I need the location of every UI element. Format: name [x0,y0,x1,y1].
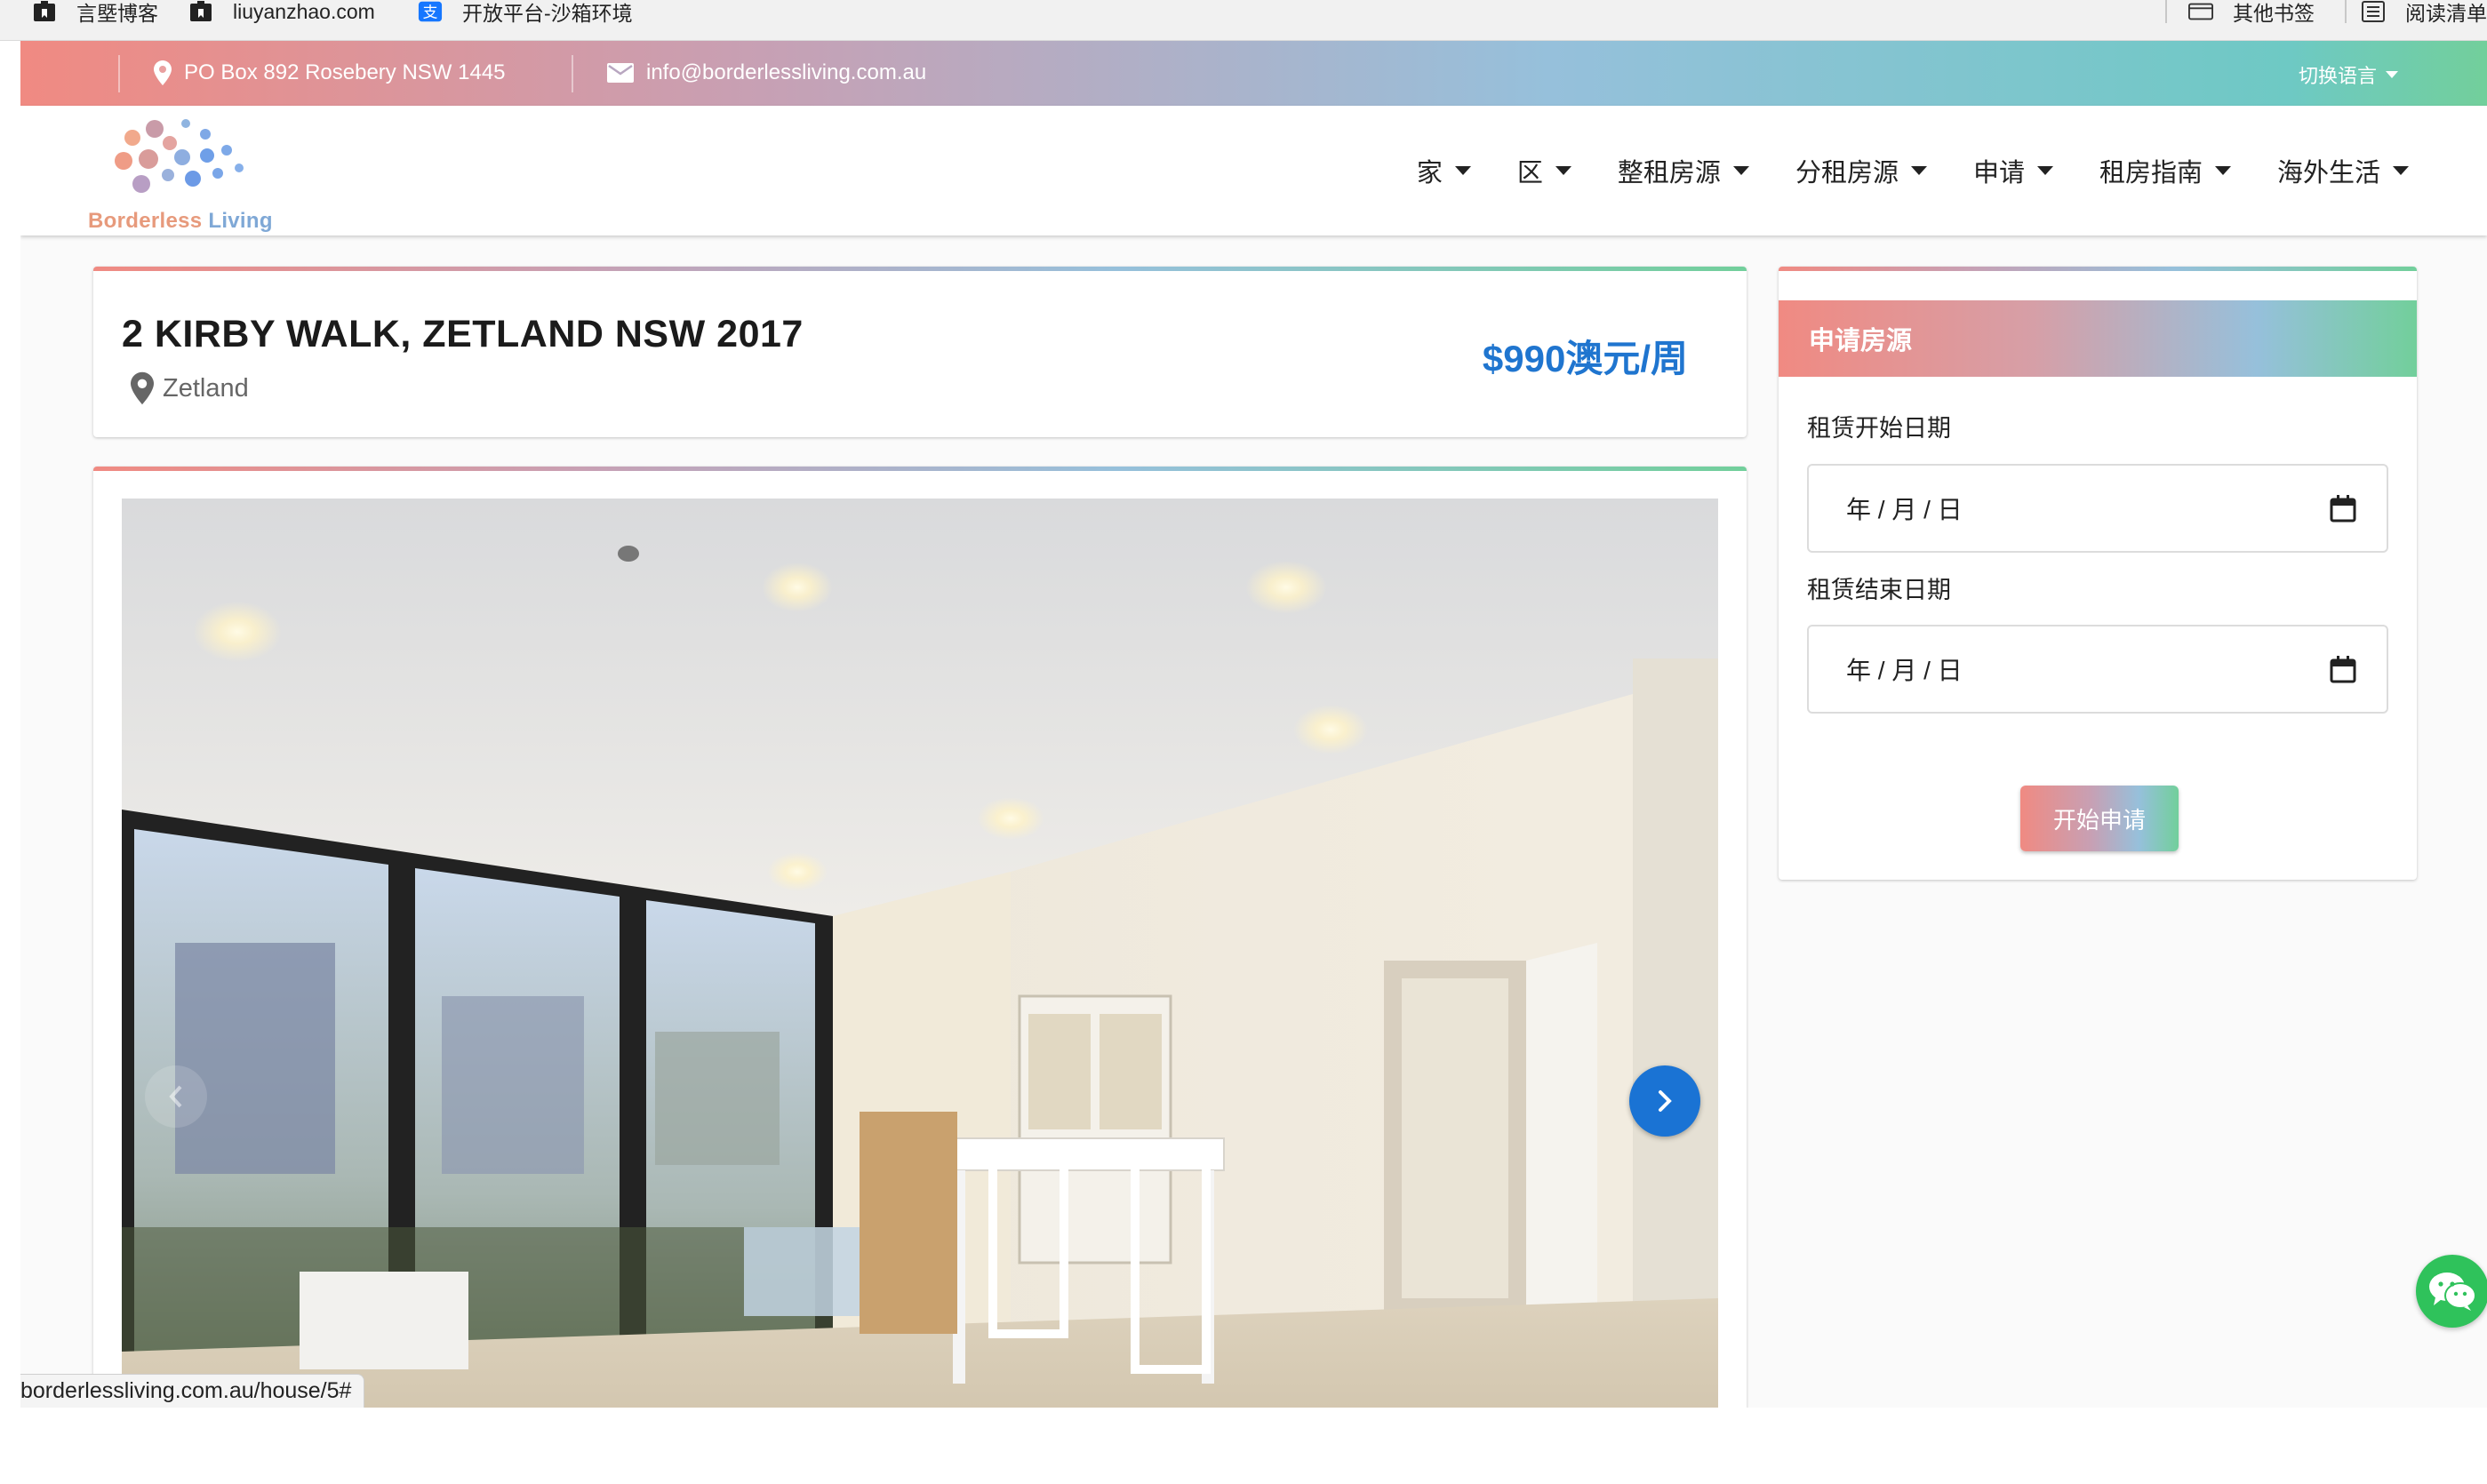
wechat-icon [2429,1273,2476,1311]
language-label: 切换语言 [2298,65,2377,87]
gradient-divider [93,467,1747,471]
listing-header-card: 2 KIRBY WALK, ZETLAND NSW 2017 Zetland $… [93,267,1747,437]
calendar-icon[interactable] [2330,494,2356,523]
nav-item-district[interactable]: 区 [1517,152,1571,189]
chevron-left-icon [169,1085,182,1108]
caret-down-icon [2214,166,2231,175]
gradient-divider [93,267,1747,271]
nav-label: 整租房源 [1617,159,1721,187]
end-date-placeholder: 年 / 月 / 日 [1846,657,1963,684]
svg-text:支: 支 [423,4,438,21]
nav-item-home[interactable]: 家 [1417,152,1471,189]
page: PO Box 892 Rosebery NSW 1445 info@border… [20,41,2487,1408]
bookmark-label: 言塈博客 [76,2,158,25]
logo-dots-icon [115,119,244,193]
logo-text-borderless: Borderless [88,209,203,233]
bookmark-item[interactable]: liuyanzhao.com [188,0,375,23]
caret-down-icon [1555,166,1571,175]
language-switcher[interactable]: 切换语言 [2299,60,2398,89]
nav-item-rental-guide[interactable]: 租房指南 [2099,152,2231,189]
bookmark-separator [2345,0,2347,23]
bookmark-folder-icon [32,0,57,23]
address-text: PO Box 892 Rosebery NSW 1445 [184,60,506,84]
bookmark-label: 阅读清单 [2405,2,2487,25]
wechat-contact-button[interactable] [2416,1255,2487,1328]
caret-down-icon [1910,166,1927,175]
nav-item-whole-rental[interactable]: 整租房源 [1618,152,1749,189]
nav-item-apply[interactable]: 申请 [1973,152,2053,189]
bookmark-label: liuyanzhao.com [233,0,375,23]
gallery-prev-button[interactable] [145,1065,207,1128]
caret-down-icon [1732,166,1749,175]
folder-icon [2188,0,2213,23]
gradient-divider [1779,267,2417,271]
nav-item-shared-rental[interactable]: 分租房源 [1795,152,1927,189]
caret-down-icon [1454,166,1471,175]
nav-label: 海外生活 [2276,159,2380,187]
caret-down-icon [2036,166,2053,175]
email-icon [607,63,634,83]
reading-list-icon [2361,0,2386,23]
bookmark-folder-icon [188,0,213,23]
photo-gallery [93,467,1747,1408]
chevron-down-icon [2386,71,2398,78]
nav-label: 申请 [1972,159,2025,187]
end-date-field[interactable]: 年 / 月 / 日 [1807,625,2388,714]
empty-area [0,1408,2487,1484]
caret-down-icon [2393,166,2409,175]
location-pin-icon [154,60,172,85]
nav-label: 租房指南 [2099,159,2203,187]
site-logo[interactable]: Borderless Living [88,116,292,234]
address-info: PO Box 892 Rosebery NSW 1445 [154,60,506,85]
top-info-bar: PO Box 892 Rosebery NSW 1445 info@border… [20,41,2487,106]
logo-text-living: Living [208,209,273,233]
main-nav: 家 区 整租房源 分租房源 申请 租房指南 海外生活 [1371,152,2409,189]
end-date-label: 租赁结束日期 [1807,577,1951,603]
apply-form-card: 申请房源 租赁开始日期 年 / 月 / 日 租赁结束日期 年 / 月 / 日 开… [1779,267,2417,880]
divider [118,55,120,92]
nav-item-overseas-life[interactable]: 海外生活 [2277,152,2409,189]
bookmark-separator [2165,0,2167,23]
listing-location: Zetland [131,371,249,405]
bookmark-item[interactable]: 言塈博客 [32,0,158,25]
start-date-label: 租赁开始日期 [1807,415,1951,442]
bookmark-label: 其他书签 [2233,2,2315,25]
bookmark-item[interactable]: 阅读清单 [2361,0,2487,25]
nav-label: 区 [1516,159,1543,187]
status-url: borderlessliving.com.au/house/5# [20,1378,352,1403]
bookmark-label: 开放平台-沙箱环境 [462,2,633,25]
listing-price: $990澳元/周 [1482,338,1688,379]
bookmark-item[interactable]: 其他书签 [2188,0,2315,25]
start-application-button[interactable]: 开始申请 [2020,786,2179,851]
email-link[interactable]: info@borderlessliving.com.au [607,60,926,85]
start-date-field[interactable]: 年 / 月 / 日 [1807,464,2388,553]
nav-label: 家 [1416,159,1443,187]
gallery-next-button[interactable] [1629,1065,1700,1137]
listing-photo [122,499,1718,1408]
email-text: info@borderlessliving.com.au [646,60,927,84]
link-status-bar: borderlessliving.com.au/house/5# [20,1374,365,1408]
listing-title: 2 KIRBY WALK, ZETLAND NSW 2017 [122,313,804,355]
chevron-right-icon [1659,1090,1672,1112]
logo-text: Borderless Living [88,209,273,234]
bookmarks-bar: 言塈博客 liuyanzhao.com 支 开放平台-沙箱环境 其他书签 阅读清… [0,0,2487,41]
location-pin-icon [131,371,154,405]
bookmark-item[interactable]: 支 开放平台-沙箱环境 [418,0,633,25]
alipay-icon: 支 [418,0,443,23]
apply-heading: 申请房源 [1779,300,2417,377]
site-header: Borderless Living 家 区 整租房源 分租房源 申请 租房指南 … [20,106,2487,235]
start-date-placeholder: 年 / 月 / 日 [1846,496,1963,523]
nav-label: 分租房源 [1795,159,1899,187]
divider [572,55,573,92]
calendar-icon[interactable] [2330,655,2356,683]
location-text: Zetland [163,373,249,403]
